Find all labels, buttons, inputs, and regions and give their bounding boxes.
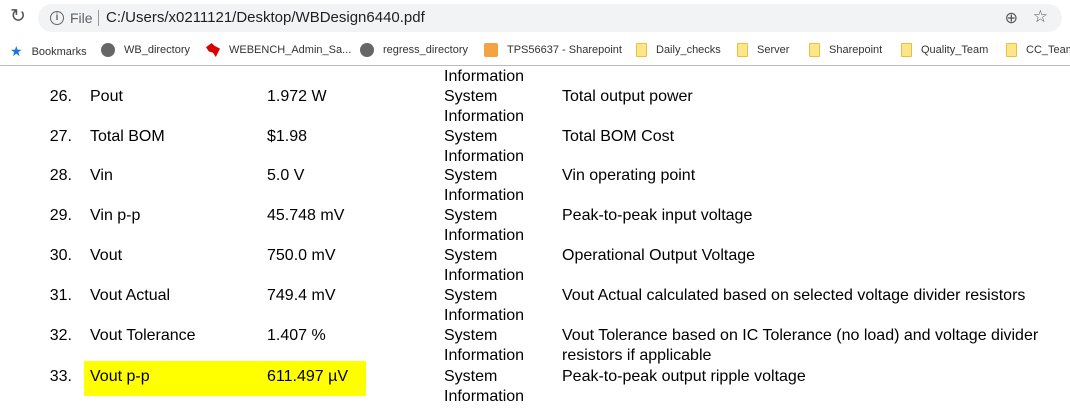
info-icon[interactable]: i (50, 11, 64, 25)
param-description: Total BOM Cost (562, 128, 675, 145)
bookmark-item[interactable]: WB_directory (101, 43, 190, 57)
bookmark-label: Daily_checks (656, 44, 721, 56)
param-value: 749.4 mV (267, 287, 336, 304)
star-icon: ★ (10, 43, 23, 59)
param-description: Vin operating point (562, 167, 696, 184)
table-row: 28. Vin 5.0 V System Information Vin operati… (0, 166, 1070, 206)
param-description: Peak-to-peak output ripple voltage (562, 368, 806, 385)
row-number: 29. (49, 207, 72, 224)
bookmark-label: TPS56637 - Sharepoint (507, 44, 622, 56)
folder-icon (901, 43, 912, 57)
address-bar[interactable]: i File C:/Users/x0211121/Desktop/WBDesig… (38, 4, 1062, 32)
bookmark-label: WEBENCH_Admin_Sa... (229, 44, 352, 56)
bookmark-item[interactable]: regress_directory (360, 43, 468, 57)
param-name: Vin p-p (90, 207, 141, 224)
param-value: 750.0 mV (267, 247, 336, 264)
bookmark-item[interactable]: WEBENCH_Admin_Sa... (206, 43, 351, 57)
param-category: System Information (444, 247, 525, 284)
partial-category: Information (444, 68, 525, 85)
param-name: Pout (90, 88, 123, 105)
param-description: Vout Actual calculated based on selected… (562, 287, 1026, 304)
bookmark-item[interactable]: Quality_Team (901, 43, 988, 57)
browser-toolbar: ↻ i File C:/Users/x0211121/Desktop/WBDes… (0, 0, 1070, 36)
table-row: 33. Vout p-p 611.497 µV System Information P… (0, 367, 1070, 407)
param-category: System Information (444, 207, 525, 244)
folder-icon (1006, 43, 1017, 57)
param-category: System Information (444, 327, 525, 364)
bookmark-label: WB_directory (124, 44, 191, 56)
bookmark-label: Quality_Team (921, 44, 989, 56)
bookmark-item[interactable]: Sharepoint (809, 43, 882, 57)
param-name: Vout Actual (90, 287, 171, 304)
row-number: 32. (49, 327, 72, 344)
row-number: 26. (49, 88, 72, 105)
row-number: 30. (49, 247, 72, 264)
table-row: 26. Pout 1.972 W System Information Total ou… (0, 87, 1070, 127)
row-number: 28. (49, 167, 72, 184)
globe-icon (360, 43, 374, 57)
param-description: Total output power (562, 88, 693, 105)
folder-icon (809, 43, 820, 57)
param-value: 1.972 W (267, 88, 327, 105)
table-row: 31. Vout Actual 749.4 mV System Information… (0, 286, 1070, 326)
divider (98, 10, 99, 26)
param-description: Vout Tolerance based on IC Tolerance (no… (562, 327, 1039, 364)
zoom-icon[interactable]: ⊕ (1005, 8, 1018, 28)
param-name: Vin (90, 167, 113, 184)
row-number: 33. (49, 368, 72, 385)
table-row: 27. Total BOM $1.98 System Information Total… (0, 127, 1070, 167)
reload-icon[interactable]: ↻ (8, 7, 28, 27)
param-value: 45.748 mV (267, 207, 345, 224)
param-value: 5.0 V (267, 167, 305, 184)
param-description: Operational Output Voltage (562, 247, 756, 264)
param-category: System Information (444, 88, 525, 125)
bookmarks-bar: ★ Bookmarks WB_directory WEBENCH_Admin_Sa..… (0, 36, 1070, 66)
bookmark-star-icon[interactable]: ☆ (1033, 7, 1048, 27)
param-name: Vout (90, 247, 123, 264)
row-number: 31. (49, 287, 72, 304)
param-name: Vout Tolerance (90, 327, 196, 344)
pdf-content: Information 26. Pout 1.972 W System Informa… (0, 67, 1070, 419)
bookmark-item[interactable]: ★ Bookmarks (10, 43, 87, 60)
param-name: Vout p-p (90, 368, 150, 385)
bookmark-label: CC_Team (1026, 44, 1070, 56)
bookmark-item[interactable]: TPS56637 - Sharepoint (484, 43, 622, 57)
param-category: System Information (444, 287, 525, 324)
bookmark-item[interactable]: CC_Team (1006, 43, 1070, 57)
file-label: File (70, 10, 93, 26)
param-category: System Information (444, 128, 525, 165)
param-category: System Information (444, 368, 525, 405)
param-description: Peak-to-peak input voltage (562, 207, 753, 224)
bookmark-label: Bookmarks (31, 45, 87, 58)
row-number: 27. (49, 128, 72, 145)
table-row: 30. Vout 750.0 mV System Information Operati… (0, 246, 1070, 286)
bookmark-label: regress_directory (383, 44, 468, 56)
table-row: 29. Vin p-p 45.748 mV System Information Pea… (0, 206, 1070, 246)
param-category: System Information (444, 167, 525, 204)
ti-logo-icon (206, 43, 220, 57)
param-name: Total BOM (90, 128, 165, 145)
bookmark-label: Server (757, 44, 790, 56)
param-value: $1.98 (267, 128, 308, 145)
bookmark-item[interactable]: Daily_checks (636, 43, 721, 57)
param-value: 1.407 % (267, 327, 326, 344)
globe-icon (101, 43, 115, 57)
param-value: 611.497 µV (267, 368, 348, 385)
folder-icon (737, 43, 748, 57)
sharepoint-icon (484, 43, 498, 57)
bookmark-item[interactable]: Server (737, 43, 789, 57)
folder-icon (636, 43, 647, 57)
url-text[interactable]: C:/Users/x0211121/Desktop/WBDesign6440.p… (106, 9, 425, 26)
table-row: 32. Vout Tolerance 1.407 % System Informati… (0, 326, 1070, 366)
bookmark-label: Sharepoint (829, 44, 883, 56)
